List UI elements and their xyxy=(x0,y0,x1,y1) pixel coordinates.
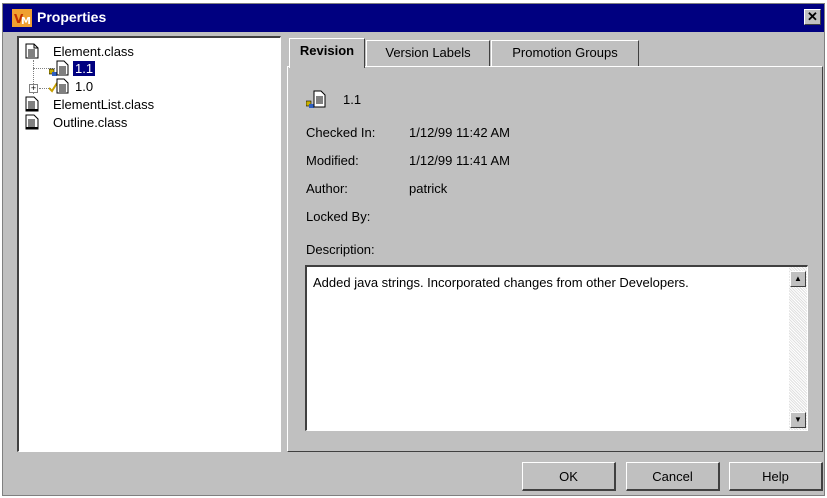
tree-item-label: ElementList.class xyxy=(53,97,155,112)
tab-revision[interactable]: Revision xyxy=(289,38,365,68)
tree-item-label: Element.class xyxy=(53,44,134,59)
revision-checked-icon xyxy=(48,78,73,94)
description-textarea[interactable]: Added java strings. Incorporated changes… xyxy=(305,265,808,431)
title-bar[interactable]: V M Properties ✕ xyxy=(3,4,824,32)
checked-in-value: 1/12/99 11:42 AM xyxy=(409,125,510,140)
checked-in-label: Checked In: xyxy=(306,125,376,140)
window-title: Properties xyxy=(37,9,107,25)
tree-item-outline-class[interactable]: Outline.class xyxy=(25,114,225,132)
document-locked-icon xyxy=(25,114,39,130)
tree-item-label: 1.0 xyxy=(75,79,94,94)
modified-label: Modified: xyxy=(306,153,359,168)
scroll-up-icon[interactable]: ▲ xyxy=(790,271,806,287)
tree-item-revision-1-0[interactable]: 1.0 xyxy=(48,78,169,96)
scroll-down-icon[interactable]: ▼ xyxy=(790,412,806,428)
revision-icon xyxy=(305,89,328,109)
app-logo-icon: V M xyxy=(12,9,32,27)
locked-by-label: Locked By: xyxy=(306,209,371,224)
expand-icon[interactable]: + xyxy=(29,84,38,93)
description-scrollbar[interactable]: ▲ ▼ xyxy=(789,267,807,430)
help-button[interactable]: Help xyxy=(729,462,823,491)
modified-value: 1/12/99 11:41 AM xyxy=(409,153,510,168)
file-tree[interactable]: Element.class 1.1 + 1.0 ElementList.clas… xyxy=(17,36,281,452)
description-label: Description: xyxy=(306,242,375,257)
author-value: patrick xyxy=(409,181,448,196)
tree-item-label: 1.1 xyxy=(73,61,96,76)
close-button[interactable]: ✕ xyxy=(804,9,821,25)
svg-text:M: M xyxy=(21,16,31,27)
tree-item-label: Outline.class xyxy=(53,115,128,130)
ok-button[interactable]: OK xyxy=(522,462,616,491)
cancel-button[interactable]: Cancel xyxy=(626,462,720,491)
revision-icon xyxy=(48,60,73,76)
tree-item-revision-1-1[interactable]: 1.1 xyxy=(48,60,169,78)
document-icon xyxy=(25,43,39,59)
tab-version-labels[interactable]: Version Labels xyxy=(366,40,490,67)
tab-promotion-groups[interactable]: Promotion Groups xyxy=(491,40,639,67)
description-text: Added java strings. Incorporated changes… xyxy=(313,275,689,290)
author-label: Author: xyxy=(306,181,348,196)
revision-number: 1.1 xyxy=(343,92,362,107)
tree-item-elementlist-class[interactable]: ElementList.class xyxy=(25,96,225,114)
document-locked-icon xyxy=(25,96,39,112)
tree-item-element-class[interactable]: Element.class xyxy=(25,43,225,61)
